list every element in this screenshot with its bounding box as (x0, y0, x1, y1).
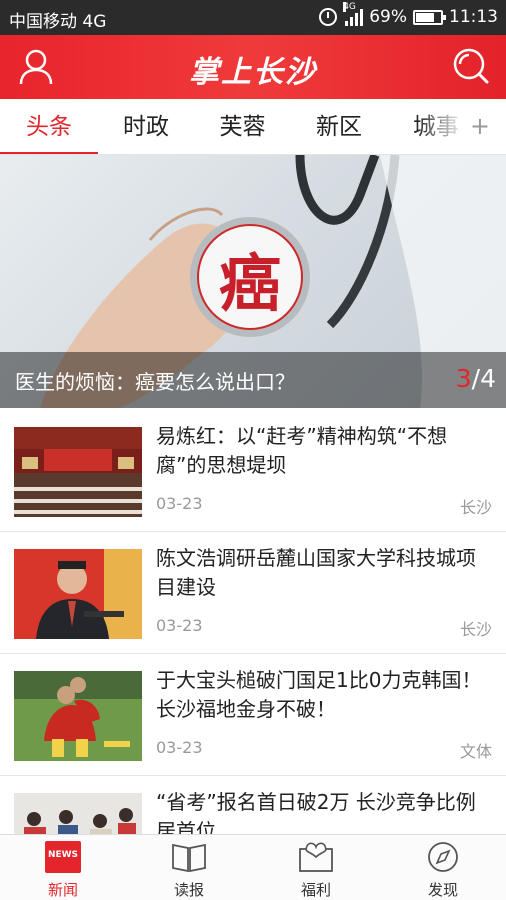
status-bar: 中国移动 4G 4G 69% 11:13 (0, 0, 506, 35)
news-thumbnail (14, 549, 142, 639)
banner-badge-character: 癌 (218, 247, 281, 320)
news-list-item[interactable]: 易炼红：以“赶考”精神构筑“不想腐”的思想堤坝 03-23 长沙 (0, 410, 506, 532)
news-icon: NEWS (45, 841, 81, 873)
news-list-item[interactable]: 陈文浩调研岳麓山国家大学科技城项目建设 03-23 长沙 (0, 532, 506, 654)
featured-banner[interactable]: 癌 医生的烦恼：癌要怎么说出口？ 3/4 (0, 155, 506, 408)
nav-label: 新闻 (47, 881, 78, 899)
tab-furong[interactable]: 芙蓉 (194, 99, 291, 155)
signal-icon: 4G (343, 2, 364, 26)
bottom-navigation: NEWS 新闻 读报 福利 发现 (0, 834, 506, 900)
nav-label: 发现 (427, 881, 458, 899)
app-header: 掌上长沙 (0, 35, 506, 99)
nav-label: 读报 (173, 881, 204, 899)
tab-new-district[interactable]: 新区 (291, 99, 387, 155)
news-title: 易炼红：以“赶考”精神构筑“不想腐”的思想堤坝 (156, 424, 448, 477)
gift-heart-icon (299, 842, 333, 872)
tab-headlines[interactable]: 头条 (0, 99, 98, 155)
news-title: 陈文浩调研岳麓山国家大学科技城项目建设 (156, 546, 476, 599)
news-date: 03-23 (156, 738, 203, 757)
news-source: 长沙 (459, 620, 492, 639)
news-list-item[interactable]: 于大宝头槌破门国足1比0力克韩国！长沙福地金身不破！ 03-23 文体 (0, 654, 506, 776)
news-thumbnail (14, 671, 142, 761)
news-icon-text: NEWS (47, 850, 79, 860)
nav-label: 福利 (300, 881, 331, 899)
add-channel-icon[interactable]: + (470, 111, 490, 141)
tab-politics[interactable]: 时政 (98, 99, 194, 155)
nav-welfare[interactable]: 福利 (253, 835, 379, 900)
search-icon[interactable] (452, 47, 490, 85)
news-date: 03-23 (156, 494, 203, 513)
news-thumbnail (14, 793, 142, 834)
news-title: “省考”报名首日破2万 长沙竞争比例居首位 (156, 790, 476, 834)
nav-newspaper[interactable]: 读报 (126, 835, 252, 900)
news-thumbnail (14, 427, 142, 517)
signal-type-label: 4G (343, 2, 356, 12)
news-date: 03-23 (156, 616, 203, 635)
banner-counter-separator: / (471, 364, 481, 393)
banner-caption: 医生的烦恼：癌要怎么说出口？ (15, 370, 295, 394)
battery-icon (413, 9, 446, 25)
banner-current-index: 3 (455, 364, 472, 393)
app-logo-title: 掌上长沙 (189, 55, 317, 90)
banner-page-counter: 3/4 (456, 364, 496, 393)
news-source: 长沙 (459, 498, 492, 517)
battery-percent: 69% (369, 7, 407, 27)
nav-news[interactable]: NEWS 新闻 (0, 835, 126, 900)
book-icon (172, 843, 206, 873)
alarm-icon (319, 8, 338, 26)
nav-discover[interactable]: 发现 (380, 835, 506, 900)
active-tab-indicator (0, 152, 98, 154)
banner-caption-bar: 医生的烦恼：癌要怎么说出口？ 3/4 (0, 352, 506, 408)
banner-total-count: 4 (480, 364, 496, 393)
news-source: 文体 (459, 742, 492, 761)
channel-tab-bar: 头条 时政 芙蓉 新区 城事 + (0, 99, 506, 155)
news-list-item[interactable]: “省考”报名首日破2万 长沙竞争比例居首位 (0, 776, 506, 834)
status-indicators: 4G 69% 11:13 (319, 2, 498, 27)
clock: 11:13 (449, 7, 498, 27)
tab-fade-overlay (416, 99, 506, 154)
carrier-label: 中国移动 4G (9, 12, 107, 32)
compass-icon (428, 842, 458, 872)
news-title: 于大宝头槌破门国足1比0力克韩国！长沙福地金身不破！ (156, 668, 482, 721)
